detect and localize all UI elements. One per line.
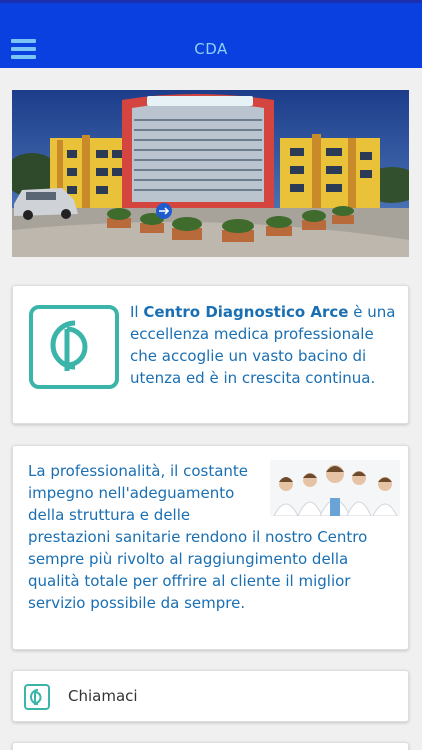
about-card: La professionalità, il costante impegno …	[12, 445, 409, 650]
intro-text-prefix: Il	[130, 303, 144, 321]
about-paragraph: La professionalità, il costante impegno …	[28, 460, 400, 614]
app-bar: CDA	[0, 0, 422, 68]
intro-text: Il Centro Diagnostico Arce è una eccelle…	[130, 301, 402, 389]
app-title: CDA	[194, 40, 228, 58]
next-card[interactable]	[12, 742, 409, 750]
intro-card: Il Centro Diagnostico Arce è una eccelle…	[12, 285, 409, 424]
cda-logo-icon	[24, 684, 50, 710]
cda-logo-icon	[29, 305, 119, 389]
hero-building-image	[12, 90, 409, 257]
medical-team-image	[270, 460, 400, 516]
call-label: Chiamaci	[68, 687, 138, 705]
intro-text-bold: Centro Diagnostico Arce	[143, 303, 349, 321]
call-button[interactable]: Chiamaci	[12, 670, 409, 722]
